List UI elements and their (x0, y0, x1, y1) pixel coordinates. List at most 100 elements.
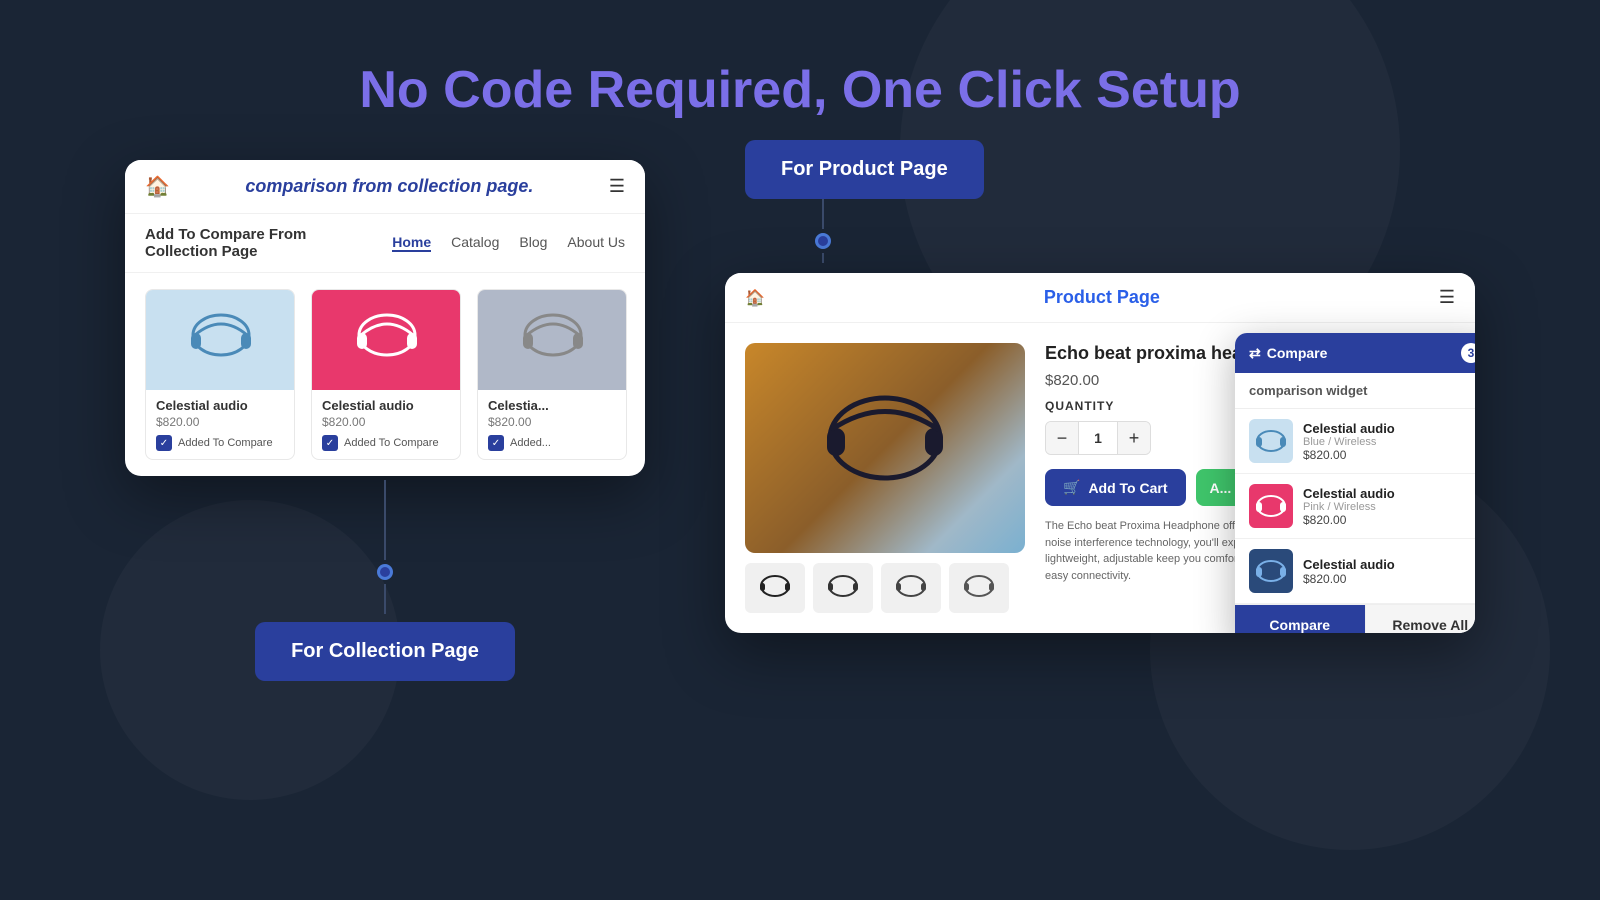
compare-label-3: Added... (510, 437, 551, 449)
product-main-image (745, 343, 1025, 553)
widget-item-variant-1: Blue / Wireless (1303, 436, 1475, 448)
quantity-control: − 1 + (1045, 421, 1151, 455)
product-image-1 (146, 290, 295, 390)
product-topbar: 🏠 Product Page ☰ (725, 273, 1475, 323)
nav-about[interactable]: About Us (567, 234, 625, 252)
widget-title: comparison widget (1235, 373, 1475, 409)
main-content: 🏠 comparison from collection page. ☰ Add… (0, 160, 1600, 681)
widget-item-info-3: Celestial audio $820.00 (1303, 557, 1475, 586)
connector-line-top (384, 480, 386, 560)
widget-item-price-2: $820.00 (1303, 513, 1475, 527)
compare-arrows-icon: ⇄ (1249, 345, 1261, 362)
nav-home[interactable]: Home (392, 234, 431, 252)
widget-item-name-3: Celestial audio (1303, 557, 1475, 572)
widget-item-info-1: Celestial audio Blue / Wireless $820.00 (1303, 421, 1475, 462)
product-image-3 (478, 290, 627, 390)
compare-checkbox-3[interactable]: ✓ Added... (488, 435, 616, 451)
nav-catalog[interactable]: Catalog (451, 234, 499, 252)
collection-cta-button[interactable]: For Collection Page (255, 622, 515, 681)
quantity-increase-button[interactable]: + (1118, 422, 1150, 454)
widget-item-image-1 (1249, 419, 1293, 463)
nav-blog[interactable]: Blog (519, 234, 547, 252)
compare-widget-header: ⇄ Compare 3 (1235, 333, 1475, 373)
checkbox-icon-1: ✓ (156, 435, 172, 451)
product-price-1: $820.00 (156, 415, 284, 429)
product-connector-line-bottom (822, 253, 824, 263)
widget-item-image-3 (1249, 549, 1293, 593)
product-browser-window: 🏠 Product Page ☰ (725, 273, 1475, 633)
product-card-2: Celestial audio $820.00 ✓ Added To Compa… (311, 289, 461, 460)
widget-item-3: Celestial audio $820.00 ✕ (1235, 539, 1475, 604)
product-name-1: Celestial audio (156, 398, 284, 413)
quantity-decrease-button[interactable]: − (1046, 422, 1078, 454)
thumb-2[interactable] (813, 563, 873, 613)
product-name-2: Celestial audio (322, 398, 450, 413)
thumb-3[interactable] (881, 563, 941, 613)
product-card-info-1: Celestial audio $820.00 ✓ Added To Compa… (146, 390, 294, 459)
connector-dot (377, 564, 393, 580)
nav-links: Home Catalog Blog About Us (392, 234, 625, 252)
widget-item-remove-3[interactable]: ✕ (1473, 547, 1475, 564)
products-grid: Celestial audio $820.00 ✓ Added To Compa… (125, 273, 645, 476)
widget-item-image-2 (1249, 484, 1293, 528)
compare-checkbox-2[interactable]: ✓ Added To Compare (322, 435, 450, 451)
collection-nav-title: Add To Compare From Collection Page (145, 226, 368, 260)
widget-footer: Compare Remove All (1235, 604, 1475, 633)
collection-menu-icon: ☰ (609, 176, 625, 197)
product-image-2 (312, 290, 461, 390)
widget-compare-button[interactable]: Compare (1235, 605, 1365, 633)
quantity-value: 1 (1078, 422, 1118, 454)
product-page-title: Product Page (1044, 287, 1160, 308)
product-connector-dot (815, 233, 831, 249)
collection-browser-topbar: 🏠 comparison from collection page. ☰ (125, 160, 645, 214)
widget-item-variant-2: Pink / Wireless (1303, 501, 1475, 513)
widget-item-remove-2[interactable]: ✕ (1473, 482, 1475, 499)
checkbox-icon-2: ✓ (322, 435, 338, 451)
connector-line-bottom (384, 584, 386, 614)
collection-browser-title: comparison from collection page. (245, 176, 533, 197)
compare-btn-label: Compare (1267, 345, 1328, 361)
widget-item-price-1: $820.00 (1303, 448, 1475, 462)
cart-icon: 🛒 (1063, 479, 1080, 496)
thumb-1[interactable] (745, 563, 805, 613)
page-title: No Code Required, One Click Setup (0, 60, 1600, 120)
compare-label-2: Added To Compare (344, 437, 439, 449)
product-menu-icon: ☰ (1439, 287, 1455, 308)
collection-nav: Add To Compare From Collection Page Home… (125, 214, 645, 273)
widget-item-remove-1[interactable]: ✕ (1473, 417, 1475, 434)
product-connector (815, 199, 831, 263)
compare-checkbox-1[interactable]: ✓ Added To Compare (156, 435, 284, 451)
widget-item-name-1: Celestial audio (1303, 421, 1475, 436)
compare-widget: ⇄ Compare 3 comparison widget (1235, 333, 1475, 633)
compare-count-badge: 3 (1461, 343, 1475, 363)
widget-item-2: Celestial audio Pink / Wireless $820.00 … (1235, 474, 1475, 539)
product-panel: For Product Page 🏠 Product Page ☰ (725, 140, 1475, 633)
collection-panel: 🏠 comparison from collection page. ☰ Add… (125, 160, 645, 681)
product-thumbnails (745, 563, 1025, 613)
product-card-3: Celestia... $820.00 ✓ Added... (477, 289, 627, 460)
widget-item-name-2: Celestial audio (1303, 486, 1475, 501)
product-connector-line-top (822, 199, 824, 229)
widget-item-price-3: $820.00 (1303, 572, 1475, 586)
widget-items: Celestial audio Blue / Wireless $820.00 … (1235, 409, 1475, 604)
page-header: No Code Required, One Click Setup (0, 0, 1600, 160)
product-image-section (745, 343, 1025, 613)
product-card-1: Celestial audio $820.00 ✓ Added To Compa… (145, 289, 295, 460)
product-card-info-2: Celestial audio $820.00 ✓ Added To Compa… (312, 390, 460, 459)
product-home-icon: 🏠 (745, 288, 765, 308)
collection-connector (377, 480, 393, 614)
product-card-info-3: Celestia... $820.00 ✓ Added... (478, 390, 626, 459)
collection-browser-window: 🏠 comparison from collection page. ☰ Add… (125, 160, 645, 476)
widget-remove-all-button[interactable]: Remove All (1365, 605, 1476, 633)
collection-home-icon: 🏠 (145, 174, 170, 199)
product-cta-button[interactable]: For Product Page (745, 140, 984, 199)
widget-item-1: Celestial audio Blue / Wireless $820.00 … (1235, 409, 1475, 474)
widget-item-info-2: Celestial audio Pink / Wireless $820.00 (1303, 486, 1475, 527)
product-price-2: $820.00 (322, 415, 450, 429)
compare-label-1: Added To Compare (178, 437, 273, 449)
checkbox-icon-3: ✓ (488, 435, 504, 451)
product-price-3: $820.00 (488, 415, 616, 429)
add-to-cart-button[interactable]: 🛒 Add To Cart (1045, 469, 1186, 506)
thumb-4[interactable] (949, 563, 1009, 613)
compare-toggle-button[interactable]: ⇄ Compare (1249, 345, 1327, 362)
